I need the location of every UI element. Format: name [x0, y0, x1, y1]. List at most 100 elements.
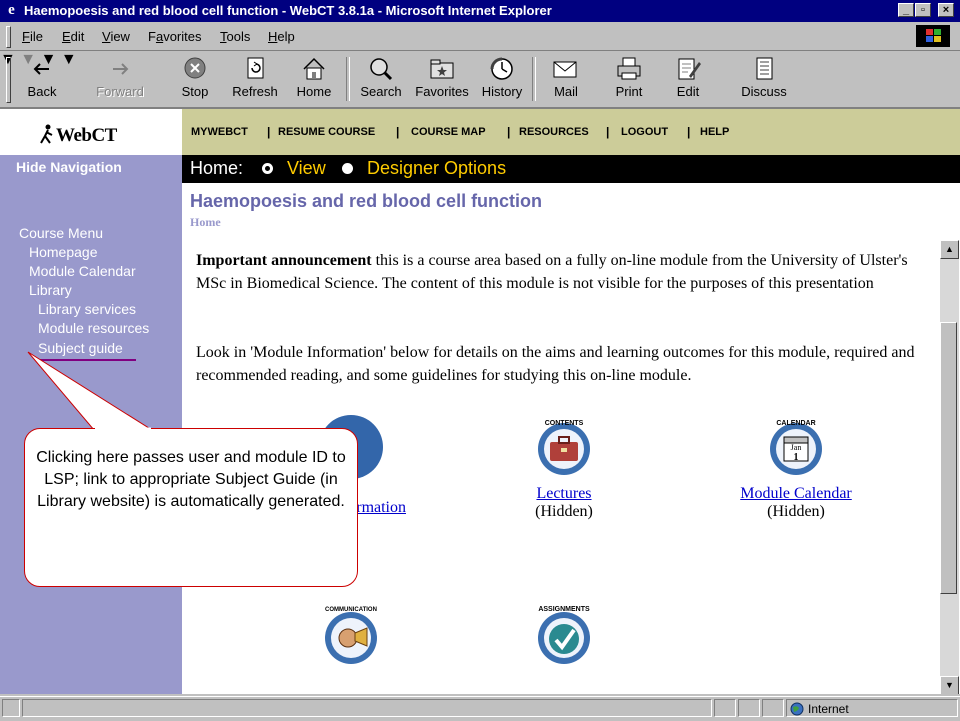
favorites-folder-icon — [427, 56, 457, 82]
nav-library[interactable]: Library — [29, 282, 72, 298]
svg-text:Jan: Jan — [791, 443, 802, 452]
lectures-link[interactable]: Lectures — [514, 485, 614, 503]
left-navigation: WebCT Hide Navigation Course Menu Homepa… — [0, 109, 182, 694]
printer-icon — [614, 56, 644, 82]
search-button[interactable]: Search — [358, 56, 404, 99]
annotation-callout: Clicking here passes user and module ID … — [24, 428, 358, 587]
edit-page-icon — [673, 56, 703, 82]
toolbar-grip — [6, 57, 11, 103]
nav-module-resources[interactable]: Module resources — [38, 320, 149, 336]
lectures-status: (Hidden) — [535, 503, 593, 520]
vertical-scrollbar[interactable]: ▲ ▼ — [940, 240, 959, 694]
status-panel — [738, 699, 760, 717]
close-button[interactable]: × — [938, 3, 954, 17]
page-title: Haemopoesis and red blood cell function — [190, 191, 543, 211]
module-calendar-link[interactable]: Module Calendar — [724, 485, 868, 503]
nav-help[interactable]: HELP — [700, 126, 729, 138]
scroll-down-arrow-icon[interactable]: ▼ — [940, 676, 959, 694]
status-panel — [762, 699, 784, 717]
browser-viewport: WebCT Hide Navigation Course Menu Homepa… — [0, 109, 960, 694]
scroll-up-arrow-icon[interactable]: ▲ — [940, 240, 959, 259]
nav-separator: | — [507, 125, 511, 139]
assignments-checkmark-icon: ASSIGNMENTS — [532, 602, 596, 666]
calendar-icon: Jan 1 CALENDAR — [764, 415, 828, 479]
edit-dropdown-icon[interactable]: ▼ — [61, 51, 77, 68]
nav-logout[interactable]: LOGOUT — [621, 126, 668, 138]
mail-icon — [551, 56, 581, 82]
favorites-button[interactable]: Favorites — [414, 56, 470, 99]
history-button[interactable]: History — [480, 56, 524, 99]
svg-text:1: 1 — [794, 452, 799, 463]
stop-icon — [180, 56, 210, 82]
menu-tools[interactable]: Tools — [220, 29, 250, 44]
menu-edit[interactable]: Edit — [62, 29, 84, 44]
communication-tool[interactable]: COMMUNICATION — [301, 602, 401, 666]
home-icon — [299, 56, 329, 82]
webct-logo: WebCT — [40, 121, 117, 147]
toolbar-separator — [346, 57, 350, 101]
webct-figure-icon — [40, 124, 54, 144]
nav-homepage[interactable]: Homepage — [29, 244, 98, 260]
zone-label: Internet — [808, 702, 849, 716]
menu-bar: File Edit View Favorites Tools Help — [0, 22, 960, 51]
nav-module-calendar[interactable]: Module Calendar — [29, 263, 136, 279]
minimize-button[interactable]: _ — [898, 3, 914, 17]
svg-text:ASSIGNMENTS: ASSIGNMENTS — [538, 606, 590, 613]
search-icon — [366, 56, 396, 82]
nav-separator: | — [687, 125, 691, 139]
toolbar-separator — [532, 57, 536, 101]
discuss-button[interactable]: Discuss — [740, 56, 788, 99]
stop-button[interactable]: Stop — [176, 56, 214, 99]
back-arrow-icon — [27, 56, 57, 82]
calendar-tool[interactable]: Jan 1 CALENDAR Module Calendar (Hidden) — [724, 415, 868, 521]
designer-options[interactable]: Designer Options — [367, 158, 506, 179]
svg-text:CALENDAR: CALENDAR — [776, 420, 815, 427]
forward-button[interactable]: Forward — [92, 56, 148, 99]
edit-button[interactable]: Edit — [668, 56, 708, 99]
nav-course-map[interactable]: COURSE MAP — [411, 126, 486, 138]
svg-text:COMMUNICATION: COMMUNICATION — [325, 607, 377, 613]
scrollbar-thumb[interactable] — [940, 322, 957, 594]
info-text: Look in 'Module Information' below for d… — [196, 344, 915, 384]
status-panel — [714, 699, 736, 717]
windows-logo-icon — [916, 25, 950, 47]
announcement: Important announcement this is a course … — [196, 252, 908, 292]
hide-navigation-link[interactable]: Hide Navigation — [16, 159, 122, 175]
menu-favorites[interactable]: Favorites — [148, 29, 201, 44]
nav-resume-course[interactable]: RESUME COURSE — [278, 126, 375, 138]
internet-globe-icon — [790, 702, 804, 721]
designer-options-radio[interactable] — [342, 163, 353, 174]
maximize-button[interactable]: ▫ — [915, 3, 931, 17]
nav-resources[interactable]: RESOURCES — [519, 126, 589, 138]
menu-grip — [6, 26, 11, 48]
title-bar: e Haemopoesis and red blood cell functio… — [0, 0, 960, 22]
forward-arrow-icon — [105, 56, 135, 82]
history-icon — [487, 56, 517, 82]
nav-mywebct[interactable]: MYWEBCT — [191, 126, 248, 138]
top-navigation: MYWEBCT | RESUME COURSE | COURSE MAP | R… — [182, 109, 960, 155]
assignments-tool[interactable]: ASSIGNMENTS — [514, 602, 614, 666]
home-button[interactable]: Home — [294, 56, 334, 99]
breadcrumb[interactable]: Home — [190, 215, 221, 230]
view-radio[interactable] — [262, 163, 273, 174]
refresh-button[interactable]: Refresh — [230, 56, 280, 99]
briefcase-icon: CONTENTS — [532, 415, 596, 479]
lectures-tool[interactable]: CONTENTS Lectures (Hidden) — [514, 415, 614, 521]
communication-icon: COMMUNICATION — [319, 602, 383, 666]
print-button[interactable]: Print — [610, 56, 648, 99]
refresh-icon — [240, 56, 270, 82]
menu-file[interactable]: File — [22, 29, 43, 44]
nav-separator: | — [267, 125, 271, 139]
home-label: Home: — [190, 158, 244, 178]
nav-library-services[interactable]: Library services — [38, 301, 136, 317]
home-bar: Home: View Designer Options — [182, 155, 960, 183]
mail-button[interactable]: Mail — [546, 56, 586, 99]
back-button[interactable]: Back — [22, 56, 62, 99]
nav-subject-guide[interactable]: Subject guide — [38, 340, 123, 356]
nav-separator: | — [396, 125, 400, 139]
menu-view[interactable]: View — [102, 29, 130, 44]
menu-help[interactable]: Help — [268, 29, 295, 44]
logo-area: WebCT — [0, 109, 182, 155]
view-option[interactable]: View — [287, 158, 326, 179]
callout-text: Clicking here passes user and module ID … — [36, 449, 346, 510]
